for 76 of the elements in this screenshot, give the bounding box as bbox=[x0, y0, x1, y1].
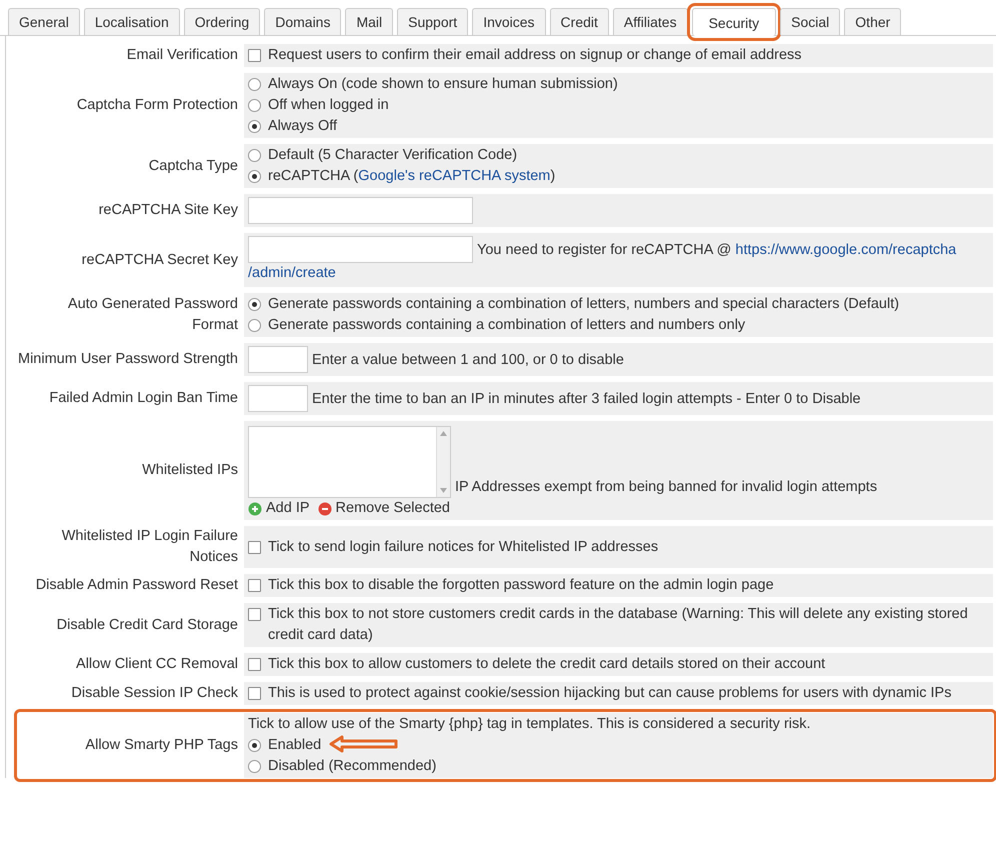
help-text: Tick to allow use of the Smarty {php} tag in templates. This is considered a security risk. bbox=[248, 715, 812, 734]
radio-button[interactable] bbox=[248, 319, 261, 332]
link[interactable]: /admin/create bbox=[248, 265, 336, 282]
tab[interactable]: Social bbox=[780, 8, 840, 35]
tab[interactable]: Support bbox=[397, 8, 468, 35]
option-label: Disabled (Recommended) bbox=[268, 757, 436, 776]
link[interactable]: https://www.google.com/recaptcha bbox=[735, 242, 956, 258]
setting-label: Failed Admin Login Ban Time bbox=[49, 389, 238, 408]
option-label: Tick this box to not store customers credit cards in the database (Warning: This will delete any existing stored credit card data) bbox=[268, 605, 969, 646]
tab[interactable]: Domains bbox=[264, 8, 342, 35]
checkbox[interactable] bbox=[248, 687, 261, 700]
setting-label: Allow Client CC Removal bbox=[76, 655, 238, 674]
text-field[interactable] bbox=[248, 385, 308, 412]
scroll-up-icon[interactable] bbox=[440, 431, 447, 436]
checkbox[interactable] bbox=[248, 608, 261, 622]
option-label: Tick this box to allow customers to delete the credit card details stored on their account bbox=[268, 655, 826, 674]
plus-icon bbox=[248, 502, 262, 516]
setting-label: Captcha Type bbox=[148, 156, 238, 176]
option-label: Always On (code shown to ensure human submission) bbox=[268, 75, 618, 94]
radio-button[interactable] bbox=[248, 78, 261, 92]
text-field[interactable] bbox=[248, 346, 308, 374]
setting-label: Minimum User Password Strength bbox=[18, 350, 238, 370]
tab[interactable]: General bbox=[8, 8, 80, 35]
radio-button[interactable] bbox=[248, 170, 261, 184]
checkbox[interactable] bbox=[248, 540, 261, 554]
option-label: Off when logged in bbox=[268, 96, 389, 116]
tab[interactable]: Ordering bbox=[184, 8, 260, 35]
tab[interactable]: Mail bbox=[345, 8, 394, 35]
setting-label: Auto Generated Password Format bbox=[66, 295, 238, 336]
link[interactable]: Google's reCAPTCHA system bbox=[358, 168, 550, 184]
tab[interactable]: Localisation bbox=[84, 8, 180, 35]
link[interactable]: Add IP bbox=[266, 498, 310, 520]
setting-label: reCAPTCHA Secret Key bbox=[82, 250, 238, 270]
checkbox[interactable] bbox=[248, 658, 261, 672]
radio-button[interactable] bbox=[248, 760, 261, 774]
tab[interactable]: Other bbox=[844, 8, 902, 35]
setting-label: Captcha Form Protection bbox=[76, 96, 238, 116]
setting-label: Whitelisted IP Login Failure Notices bbox=[60, 527, 238, 568]
setting-label: Allow Smarty PHP Tags bbox=[85, 736, 238, 756]
option-label: Request users to confirm their email address on signup or change of email address bbox=[268, 46, 802, 65]
minus-icon bbox=[318, 502, 332, 516]
checkbox[interactable] bbox=[248, 579, 261, 592]
help-text: Enter a value between 1 and 100, or 0 to disable bbox=[312, 352, 624, 368]
radio-button[interactable] bbox=[248, 739, 261, 752]
setting-label: Disable Credit Card Storage bbox=[56, 616, 238, 635]
option-label: Default (5 Character Verification Code) bbox=[268, 146, 518, 166]
link[interactable]: Remove Selected bbox=[336, 498, 450, 520]
option-label: This is used to protect against cookie/session hijacking but can cause problems for users with dynamic IPs bbox=[268, 684, 952, 704]
help-text: Enter the time to ban an IP in minutes after 3 failed login attempts - Enter 0 to Disable bbox=[312, 390, 861, 407]
tab[interactable]: Invoices bbox=[472, 8, 546, 35]
scrollbar[interactable] bbox=[436, 427, 450, 498]
tab[interactable]: Credit bbox=[550, 8, 609, 35]
option-label: Always Off bbox=[268, 117, 338, 136]
help-text: IP Addresses exempt from being banned for invalid login attempts bbox=[455, 478, 878, 498]
setting-label: Email Verification bbox=[126, 46, 238, 65]
setting-label: Disable Session IP Check bbox=[71, 684, 238, 704]
option-label: Generate passwords containing a combination of letters, numbers and special characters (Default) bbox=[268, 295, 900, 314]
radio-button[interactable] bbox=[248, 99, 261, 112]
help-text: You need to register for reCAPTCHA @ https://www.google.com/recaptcha bbox=[477, 242, 956, 258]
checkbox[interactable] bbox=[248, 49, 261, 62]
radio-button[interactable] bbox=[248, 298, 261, 312]
setting-label: reCAPTCHA Site Key bbox=[98, 201, 238, 220]
text-field[interactable] bbox=[248, 197, 473, 224]
tab[interactable]: Affiliates bbox=[612, 8, 688, 35]
radio-button[interactable] bbox=[248, 149, 261, 162]
radio-button[interactable] bbox=[248, 120, 261, 134]
option-label: Tick this box to disable the forgotten password feature on the admin login page bbox=[268, 576, 774, 596]
option-label: Tick to send login failure notices for Whitelisted IP addresses bbox=[268, 538, 658, 557]
list-field[interactable] bbox=[248, 426, 451, 498]
option-label: reCAPTCHA (Google's reCAPTCHA system) bbox=[268, 167, 556, 186]
option-label: Enabled bbox=[268, 736, 322, 756]
scroll-down-icon[interactable] bbox=[440, 488, 447, 494]
text-field[interactable] bbox=[248, 236, 473, 264]
setting-label: Whitelisted IPs bbox=[142, 461, 238, 480]
option-label: Generate passwords containing a combination of letters and numbers only bbox=[268, 316, 746, 336]
setting-label: Disable Admin Password Reset bbox=[36, 576, 238, 596]
